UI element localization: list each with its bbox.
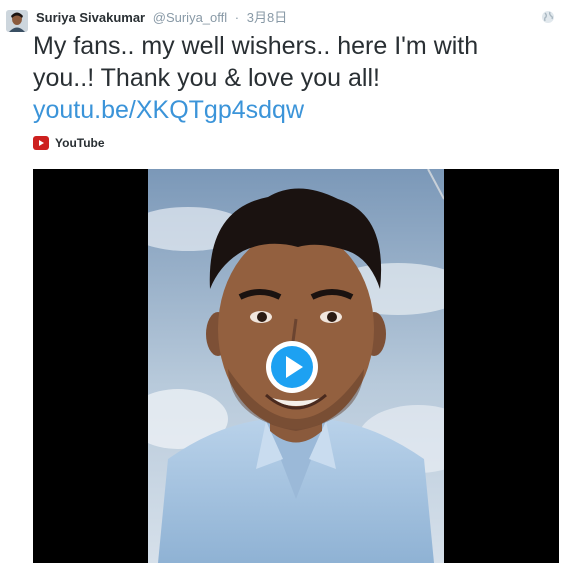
handle-prefix: @ [152,10,166,25]
play-icon[interactable] [265,340,319,394]
source-label: YouTube [55,136,105,150]
youtube-icon [33,136,49,150]
tweet-header: Suriya Sivakumar @Suriya_offl · 3月8日 [36,9,287,26]
card-source[interactable]: YouTube [33,136,105,150]
globe-icon [542,11,554,23]
avatar[interactable] [6,10,28,32]
tweet-link[interactable]: youtu.be/XKQTgp4sdqw [33,94,533,126]
tweet-text: My fans.. my well wishers.. here I'm wit… [33,30,533,126]
tweet-timestamp[interactable]: 3月8日 [247,10,287,25]
video-player[interactable] [33,169,559,563]
author-handle[interactable]: @Suriya_offl [153,10,227,25]
header-separator: · [234,10,240,25]
author-name[interactable]: Suriya Sivakumar [36,10,145,25]
avatar-image [6,10,28,32]
tweet-body: My fans.. my well wishers.. here I'm wit… [33,32,479,92]
handle-user: Suriya_offl [165,10,228,25]
